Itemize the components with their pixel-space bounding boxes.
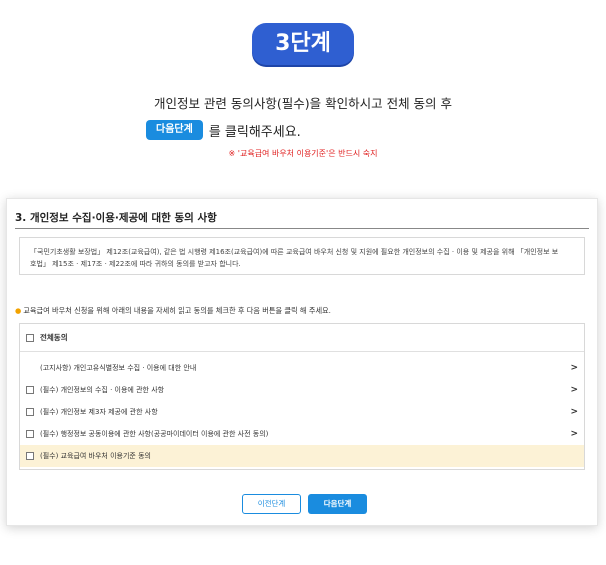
- consent-item-shared-data[interactable]: (필수) 행정정보 공동이용에 관한 사항(공공마이데이터 이용에 관한 사전 …: [20, 423, 584, 445]
- consent-item-label: (필수) 교육급여 바우처 이용기준 동의: [40, 452, 151, 460]
- chevron-right-icon[interactable]: >: [570, 385, 578, 395]
- next-step-inline-badge: 다음단계: [146, 120, 203, 140]
- legal-notice-line2: 호법」 제15조 · 제17조 · 제22조에 따라 귀하의 동의를 받고자 합…: [30, 260, 241, 268]
- consent-card: 3. 개인정보 수집·이용·제공에 대한 동의 사항 「국민기초생활 보장법」 …: [6, 198, 598, 526]
- agree-all-checkbox[interactable]: [26, 333, 34, 342]
- previous-step-button[interactable]: 이전단계: [242, 494, 301, 514]
- consent-item-label: (필수) 개인정보 제3자 제공에 관한 사항: [40, 408, 158, 416]
- consent-checkbox[interactable]: [26, 408, 34, 416]
- consent-item-label: (필수) 행정정보 공동이용에 관한 사항(공공마이데이터 이용에 관한 사전 …: [40, 430, 269, 438]
- legal-notice-line1: 「국민기초생활 보장법」 제12조(교육급여), 같은 법 시행령 제16조(교…: [30, 248, 559, 256]
- legal-notice-box: 「국민기초생활 보장법」 제12조(교육급여), 같은 법 시행령 제16조(교…: [19, 237, 585, 275]
- consent-instruction-text: 교육급여 바우처 신청을 위해 아래의 내용을 자세히 읽고 동의를 체크한 후…: [23, 306, 331, 315]
- card-title: 3. 개인정보 수집·이용·제공에 대한 동의 사항: [15, 212, 217, 224]
- next-step-button[interactable]: 다음단계: [308, 494, 367, 514]
- consent-item-voucher-terms[interactable]: (필수) 교육급여 바우처 이용기준 동의: [20, 445, 584, 467]
- agree-all-label: 전체동의: [40, 333, 68, 342]
- consent-checkbox[interactable]: [26, 430, 34, 438]
- bullet-dot-icon: ●: [15, 306, 22, 315]
- consent-item-third-party[interactable]: (필수) 개인정보 제3자 제공에 관한 사항 >: [20, 401, 584, 423]
- consent-checkbox[interactable]: [26, 452, 34, 460]
- consent-item-label: (필수) 개인정보의 수집 · 이용에 관한 사항: [40, 386, 165, 394]
- consent-list: 전체동의 (고지사항) 개인고유식별정보 수집 · 이용에 대한 안내 > (필…: [19, 323, 585, 470]
- instruction-line2-text: 를 클릭해주세요.: [208, 124, 301, 140]
- consent-instruction: ● 교육급여 바우처 신청을 위해 아래의 내용을 자세히 읽고 동의를 체크한 …: [15, 306, 331, 316]
- consent-item-notice[interactable]: (고지사항) 개인고유식별정보 수집 · 이용에 대한 안내 >: [20, 357, 584, 379]
- agree-all-row[interactable]: 전체동의: [20, 324, 584, 352]
- title-divider: [15, 228, 589, 229]
- usage-notice: ※ '교육급여 바우처 이용기준'은 반드시 숙지: [228, 149, 378, 158]
- instruction-line2: 다음단계 를 클릭해주세요.: [146, 120, 301, 140]
- chevron-right-icon[interactable]: >: [570, 407, 578, 417]
- step-badge: 3단계: [252, 23, 354, 65]
- instruction-line1: 개인정보 관련 동의사항(필수)을 확인하시고 전체 동의 후: [153, 96, 453, 111]
- consent-item-label: (고지사항) 개인고유식별정보 수집 · 이용에 대한 안내: [40, 364, 197, 372]
- chevron-right-icon[interactable]: >: [570, 363, 578, 373]
- consent-checkbox[interactable]: [26, 386, 34, 394]
- consent-item-collection[interactable]: (필수) 개인정보의 수집 · 이용에 관한 사항 >: [20, 379, 584, 401]
- chevron-right-icon[interactable]: >: [570, 429, 578, 439]
